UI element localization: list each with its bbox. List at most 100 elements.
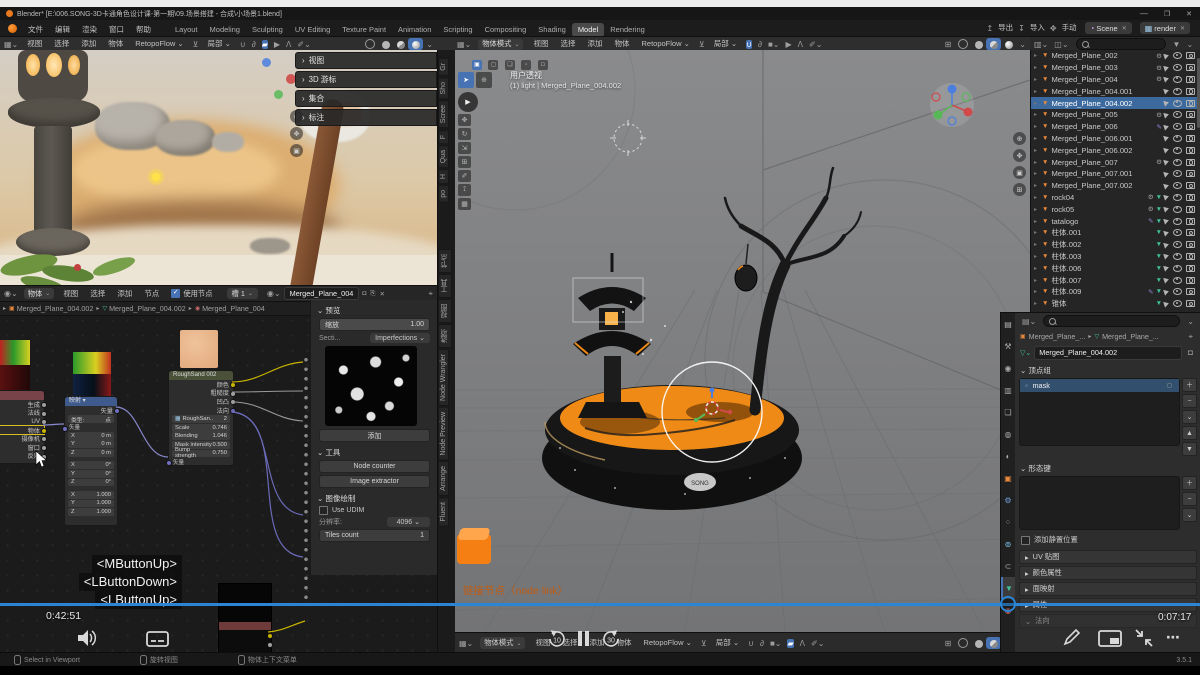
sidebar-tab-Gr[interactable]: Gr: [438, 58, 449, 76]
workspace-tab-Shading[interactable]: Shading: [532, 23, 572, 37]
unlink-icon[interactable]: ✕: [379, 290, 384, 298]
viewlayer-selector[interactable]: ▦ render ✕: [1140, 22, 1190, 34]
selectable-toggle-icon[interactable]: [1163, 288, 1170, 295]
view-layer-tab[interactable]: ❏: [1001, 401, 1015, 423]
viewport-menu-选择[interactable]: 选择: [54, 37, 69, 51]
measure-tool[interactable]: ⟟: [458, 184, 471, 196]
tiles-count-field[interactable]: Tiles count1: [319, 529, 430, 542]
selectable-toggle-icon[interactable]: [1163, 217, 1170, 224]
mode-dropdown[interactable]: 物体模式⌄: [478, 39, 523, 50]
outliner-search-input[interactable]: [1076, 38, 1166, 50]
editor-type-icon[interactable]: ▦⌄: [4, 40, 18, 49]
zoom-slider[interactable]: 缩放1.00: [319, 318, 430, 331]
shading-material-button[interactable]: [986, 38, 1001, 49]
shading-solid-button[interactable]: [378, 38, 393, 49]
selectable-toggle-icon[interactable]: [1163, 111, 1170, 118]
visibility-toggle-icon[interactable]: [1173, 182, 1182, 189]
selectable-toggle-icon[interactable]: [1163, 99, 1170, 106]
selectable-toggle-icon[interactable]: [1163, 241, 1170, 248]
outliner-row[interactable]: ▸▼tatalogo✎▼: [1031, 215, 1200, 227]
workspace-tab-Rendering[interactable]: Rendering: [604, 23, 651, 37]
visibility-toggle-icon[interactable]: [1173, 111, 1182, 118]
expand-icon[interactable]: ▸: [1034, 241, 1042, 248]
expand-icon[interactable]: ▸: [1034, 76, 1042, 83]
retopoflow-menu[interactable]: RetopoFlow ⌄: [641, 37, 689, 51]
scale-tool[interactable]: ⇲: [458, 142, 471, 154]
export-button[interactable]: 导出: [998, 21, 1013, 35]
shading-material-button[interactable]: [393, 38, 408, 49]
sidebar-tab-Qua[interactable]: Qua: [438, 145, 449, 168]
editor-type-icon[interactable]: ▦⌄: [459, 639, 473, 648]
camera-view-icon[interactable]: ▣: [1013, 166, 1026, 179]
selectable-toggle-icon[interactable]: [1163, 276, 1170, 283]
workspace-tab-Layout[interactable]: Layout: [169, 23, 204, 37]
pin-icon[interactable]: ⌖: [1188, 332, 1193, 342]
display-mode-icon[interactable]: ◫⌄: [1054, 40, 1068, 49]
outliner-row[interactable]: ▸▼Merged_Plane_006.002: [1031, 144, 1200, 156]
selectable-toggle-icon[interactable]: [1163, 135, 1170, 142]
exit-fullscreen-button[interactable]: [1134, 628, 1154, 648]
selectable-toggle-icon[interactable]: [1163, 206, 1170, 213]
panel-法向[interactable]: ⌄法向: [1019, 614, 1197, 628]
editor-type-icon[interactable]: ◉⌄: [4, 289, 18, 298]
outliner-row[interactable]: ▸▼Merged_Plane_004⚙: [1031, 74, 1200, 86]
expand-icon[interactable]: ▸: [1034, 265, 1042, 272]
visibility-toggle-icon[interactable]: [1173, 206, 1182, 213]
properties-search-input[interactable]: [1043, 315, 1180, 327]
3d-viewport[interactable]: SONG: [455, 50, 1030, 632]
snap-magnet-icon[interactable]: ∪: [748, 639, 754, 648]
selectable-toggle-icon[interactable]: [1163, 52, 1170, 59]
render-visibility-icon[interactable]: [1186, 218, 1195, 225]
outliner-row[interactable]: ▸▼Merged_Plane_005⚙: [1031, 109, 1200, 121]
sidebar-tab-Node Preview[interactable]: Node Preview: [438, 407, 449, 461]
move-tool[interactable]: ✥: [458, 114, 471, 126]
render-visibility-icon[interactable]: [1186, 52, 1195, 59]
snap-magnet-icon[interactable]: ∪: [746, 40, 752, 49]
selectable-toggle-icon[interactable]: [1163, 170, 1170, 177]
visibility-toggle-icon[interactable]: [1173, 123, 1182, 130]
outliner-row[interactable]: ▸▼rock04⚙▼: [1031, 192, 1200, 204]
preview-section-header[interactable]: ⌄ 预览: [317, 305, 432, 316]
outliner-row[interactable]: ▸▼Merged_Plane_003⚙: [1031, 62, 1200, 74]
sidebar-tab-Node Wrangler[interactable]: Node Wrangler: [438, 349, 449, 406]
material-tab[interactable]: ◉: [1001, 599, 1015, 621]
shader-editor[interactable]: ◉⌄ 物体⌄ 视图选择添加节点 使用节点 槽 1⌄ ◉⌄ Merged_Plan…: [0, 285, 437, 652]
sidebar-tab-H[interactable]: H: [438, 169, 449, 184]
workspace-tab-Animation[interactable]: Animation: [392, 23, 437, 37]
pivot-icon[interactable]: ▶: [274, 40, 280, 49]
expand-icon[interactable]: ▸: [1034, 100, 1042, 107]
selectable-toggle-icon[interactable]: [1163, 147, 1170, 154]
close-button[interactable]: ✕: [1186, 10, 1192, 18]
expand-icon[interactable]: ▸: [1034, 111, 1042, 118]
selectable-toggle-icon[interactable]: [1163, 76, 1170, 83]
xray-icon[interactable]: ⊞: [945, 40, 952, 49]
app-menu-帮助[interactable]: 帮助: [136, 23, 151, 37]
gizmo-z-axis[interactable]: [262, 58, 271, 67]
expand-icon[interactable]: ▸: [1034, 135, 1042, 142]
zoom-icon[interactable]: ⊕: [1013, 132, 1026, 145]
outliner-options-icon[interactable]: ⌄: [1186, 40, 1193, 49]
orientation-dropdown[interactable]: 局部 ⌄: [714, 37, 737, 51]
subtitles-button[interactable]: [146, 631, 170, 647]
shader-menu-节点[interactable]: 节点: [144, 287, 159, 301]
scene-unlink-icon[interactable]: ✕: [1122, 25, 1127, 32]
shader-type-dropdown[interactable]: 物体⌄: [24, 288, 55, 299]
render-visibility-icon[interactable]: [1186, 253, 1195, 260]
overlays-icon[interactable]: ✐⌄: [809, 40, 822, 49]
sidebar-tab-Arrange[interactable]: Arrange: [438, 461, 449, 496]
selectable-toggle-icon[interactable]: [1163, 88, 1170, 95]
viewport-menu-添加[interactable]: 添加: [81, 37, 96, 51]
render-tab[interactable]: ◉: [1001, 357, 1015, 379]
selectable-toggle-icon[interactable]: [1163, 229, 1170, 236]
remove-vertex-group-button[interactable]: −: [1182, 394, 1197, 408]
render-visibility-icon[interactable]: [1186, 182, 1195, 189]
expand-icon[interactable]: ▸: [1034, 194, 1042, 201]
expand-icon[interactable]: ▸: [1034, 253, 1042, 260]
expand-icon[interactable]: ▸: [1034, 52, 1042, 59]
render-visibility-icon[interactable]: [1186, 241, 1195, 248]
expand-icon[interactable]: ▸: [1034, 147, 1042, 154]
shader-menu-添加[interactable]: 添加: [117, 287, 132, 301]
sidebar-tab-F[interactable]: F: [438, 130, 449, 144]
orientation-dropdown[interactable]: 局部 ⌄: [716, 636, 739, 650]
selectable-toggle-icon[interactable]: [1163, 123, 1170, 130]
